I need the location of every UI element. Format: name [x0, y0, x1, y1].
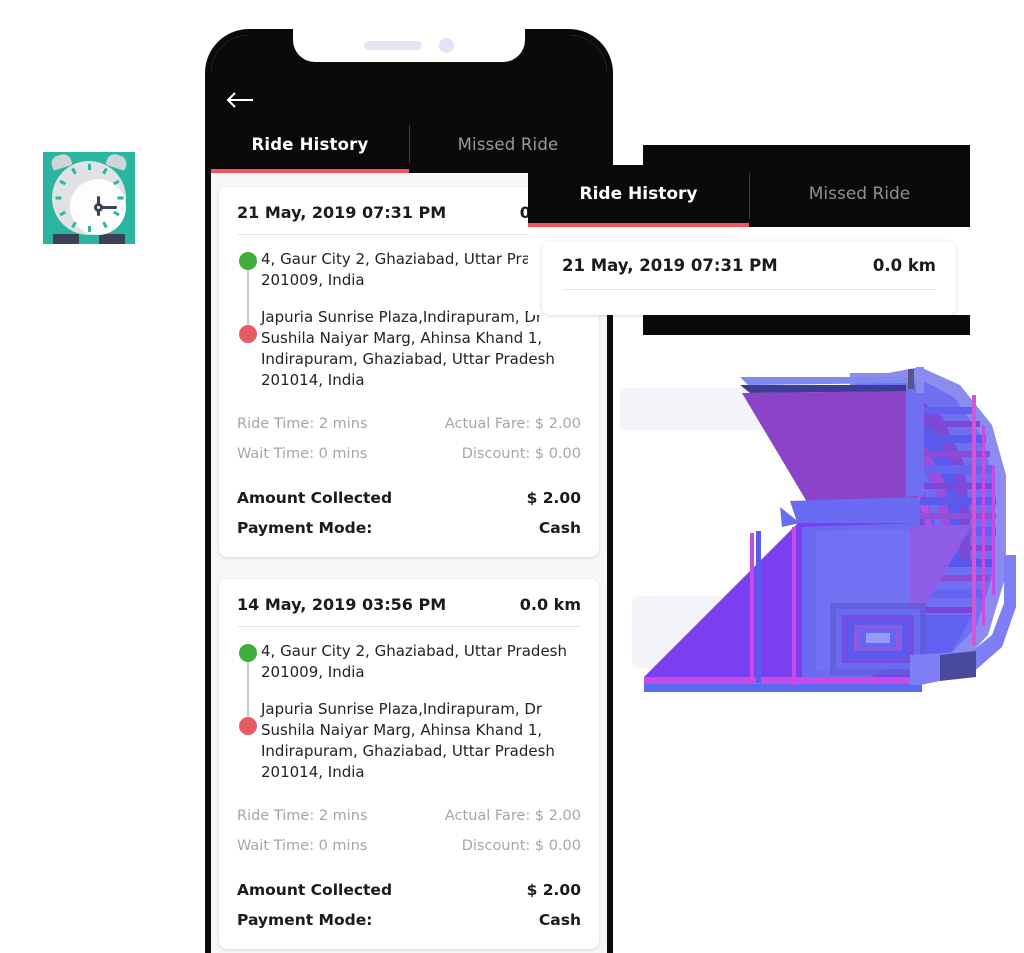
clock-tick — [101, 167, 108, 175]
ride-meta-row: Wait Time: 0 mins Discount: $ 0.00 — [237, 439, 581, 469]
tab-ride-history-label: Ride History — [251, 134, 369, 154]
route-line — [247, 662, 249, 717]
payment-mode-value: Cash — [538, 911, 581, 929]
drop-dot-icon — [239, 325, 257, 343]
ride-totals: Amount Collected $ 2.00 Payment Mode: Ca… — [237, 875, 581, 935]
clock-tick — [70, 221, 77, 229]
overlay-ride-distance: 0.0 km — [872, 256, 936, 275]
pickup-address: 4, Gaur City 2, Ghaziabad, Uttar Pradesh… — [261, 642, 567, 681]
overlay-ride-datetime: 21 May, 2019 07:31 PM — [562, 256, 778, 275]
overlay-body: 21 May, 2019 07:31 PM 0.0 km — [528, 227, 970, 315]
ride-time: Ride Time: 2 mins — [237, 416, 368, 432]
clock-tick — [55, 196, 61, 200]
drop-address: Japuria Sunrise Plaza,Indirapuram, Dr Su… — [261, 308, 555, 389]
overlay-ride-card-header: 21 May, 2019 07:31 PM 0.0 km — [562, 256, 936, 289]
clock-pivot — [93, 202, 103, 212]
ride-meta: Ride Time: 2 mins Actual Fare: $ 2.00 Wa… — [237, 801, 581, 861]
ride-time: Ride Time: 2 mins — [237, 808, 368, 824]
clock-tick — [58, 179, 66, 186]
tab-bar: Ride History Missed Ride — [211, 119, 607, 169]
back-arrow-icon[interactable] — [225, 87, 259, 113]
ride-totals: Amount Collected $ 2.00 Payment Mode: Ca… — [237, 483, 581, 543]
discount: Discount: $ 0.00 — [461, 446, 581, 462]
clock-tick — [87, 164, 91, 170]
ride-meta-row: Ride Time: 2 mins Actual Fare: $ 2.00 — [237, 801, 581, 831]
ride-card-header: 14 May, 2019 03:56 PM 0.0 km — [237, 595, 581, 626]
clock-tick — [87, 226, 91, 232]
amount-collected-row: Amount Collected $ 2.00 — [237, 875, 581, 905]
abstract-glitch-artwork — [620, 355, 1024, 700]
front-camera-icon — [439, 38, 454, 53]
drop-address: Japuria Sunrise Plaza,Indirapuram, Dr Su… — [261, 700, 555, 781]
actual-fare: Actual Fare: $ 2.00 — [444, 416, 581, 432]
tab-missed-ride[interactable]: Missed Ride — [409, 119, 607, 169]
payment-mode-row: Payment Mode: Cash — [237, 905, 581, 935]
ride-distance: 0.0 km — [519, 595, 581, 614]
clock-tick — [112, 179, 120, 186]
payment-mode-label: Payment Mode: — [237, 519, 373, 537]
overlay-divider — [562, 289, 936, 290]
clock-foot-left — [53, 234, 79, 244]
overlay-tab-missed-ride-label: Missed Ride — [808, 184, 911, 204]
actual-fare: Actual Fare: $ 2.00 — [444, 808, 581, 824]
payment-mode-value: Cash — [538, 519, 581, 537]
amount-collected-value: $ 2.00 — [526, 881, 581, 899]
tab-ride-history[interactable]: Ride History — [211, 119, 409, 169]
overlay-ride-card[interactable]: 21 May, 2019 07:31 PM 0.0 km — [542, 241, 956, 315]
speaker-grille-icon — [364, 41, 422, 50]
overlay-tab-ride-history[interactable]: Ride History — [528, 165, 749, 223]
ride-card[interactable]: 14 May, 2019 03:56 PM 0.0 km 4, Gaur Cit… — [219, 579, 599, 949]
clock-tick — [70, 167, 77, 175]
clock-tick — [117, 196, 123, 200]
phone-notch — [293, 29, 525, 62]
active-tab-indicator — [211, 169, 409, 173]
amount-collected-value: $ 2.00 — [526, 489, 581, 507]
clock-foot-right — [99, 234, 125, 244]
zoom-callout-content: Ride History Missed Ride 21 May, 2019 07… — [528, 165, 970, 315]
pickup-dot-icon — [239, 644, 257, 662]
wait-time: Wait Time: 0 mins — [237, 838, 368, 854]
payment-mode-row: Payment Mode: Cash — [237, 513, 581, 543]
payment-mode-label: Payment Mode: — [237, 911, 373, 929]
overlay-app-bar: Ride History Missed Ride — [528, 165, 970, 227]
ride-meta-row: Wait Time: 0 mins Discount: $ 0.00 — [237, 831, 581, 861]
wait-time: Wait Time: 0 mins — [237, 446, 368, 462]
clock-face — [70, 179, 126, 235]
amount-collected-label: Amount Collected — [237, 881, 393, 899]
overlay-tab-missed-ride[interactable]: Missed Ride — [749, 165, 970, 223]
overlay-active-tab-indicator — [528, 223, 749, 227]
overlay-tab-ride-history-label: Ride History — [579, 184, 698, 204]
amount-collected-label: Amount Collected — [237, 489, 393, 507]
clock-tick — [58, 210, 66, 217]
ride-meta-row: Ride Time: 2 mins Actual Fare: $ 2.00 — [237, 409, 581, 439]
route-rail — [239, 641, 261, 783]
overlay-tab-bar: Ride History Missed Ride — [528, 165, 970, 223]
ride-datetime: 14 May, 2019 03:56 PM — [237, 595, 447, 614]
alarm-clock-icon — [43, 152, 135, 244]
divider — [237, 626, 581, 627]
ride-meta: Ride Time: 2 mins Actual Fare: $ 2.00 Wa… — [237, 409, 581, 469]
ride-datetime: 21 May, 2019 07:31 PM — [237, 203, 447, 222]
route-addresses: 4, Gaur City 2, Ghaziabad, Uttar Pradesh… — [261, 641, 581, 783]
route-rail — [239, 249, 261, 391]
pickup-dot-icon — [239, 252, 257, 270]
ride-route: 4, Gaur City 2, Ghaziabad, Uttar Pradesh… — [237, 641, 581, 783]
discount: Discount: $ 0.00 — [461, 838, 581, 854]
drop-dot-icon — [239, 717, 257, 735]
zoom-callout-panel: Ride History Missed Ride 21 May, 2019 07… — [528, 145, 970, 335]
amount-collected-row: Amount Collected $ 2.00 — [237, 483, 581, 513]
route-line — [247, 270, 249, 325]
clock-ring — [52, 161, 126, 235]
tab-missed-ride-label: Missed Ride — [457, 134, 559, 154]
